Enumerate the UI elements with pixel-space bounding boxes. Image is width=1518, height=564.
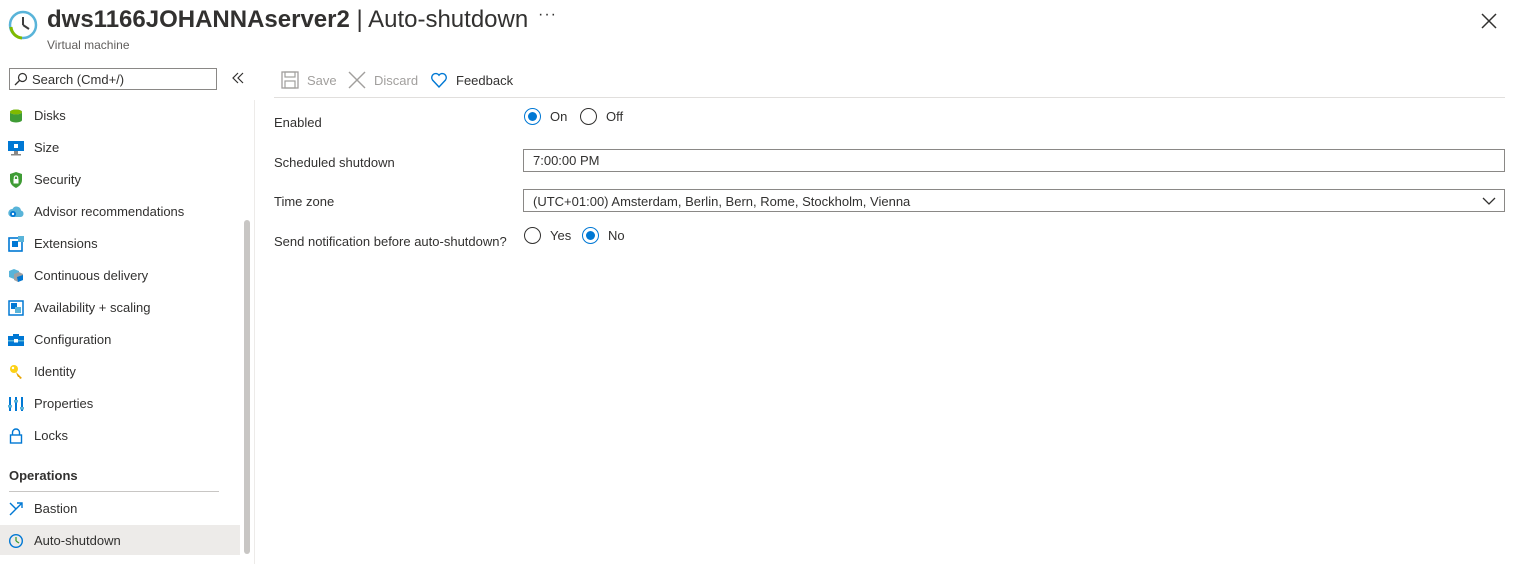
section-header-operations: Operations [9, 468, 78, 483]
sidebar-item-label: Identity [34, 364, 76, 379]
continuous-delivery-icon [9, 269, 23, 282]
resource-type: Virtual machine [47, 38, 130, 52]
title-separator: | [349, 6, 369, 33]
radio-circle-checked[interactable] [524, 108, 541, 125]
discard-icon [348, 71, 366, 89]
bastion-icon [9, 502, 23, 516]
search-input[interactable] [32, 69, 212, 89]
section-divider [9, 491, 219, 492]
sidebar-item-availability-scaling[interactable]: Availability + scaling [0, 292, 240, 322]
save-label: Save [307, 72, 337, 88]
sidebar-item-locks[interactable]: Locks [0, 420, 240, 450]
enabled-label: Enabled [274, 115, 322, 130]
sidebar-scrollbar-thumb[interactable] [244, 220, 250, 554]
sidebar-item-label: Disks [34, 108, 66, 123]
identity-key-icon [10, 365, 22, 379]
blade-title: Auto-shutdown [368, 6, 529, 33]
radio-label: On [550, 109, 568, 124]
resource-menu: Disks Size Security Advisor recommendati… [0, 100, 240, 564]
notify-no-radio[interactable]: No [582, 227, 625, 244]
discard-button[interactable]: Discard [348, 69, 418, 91]
security-shield-icon [10, 172, 22, 188]
extensions-icon [8, 236, 24, 252]
vm-clock-icon [8, 10, 38, 40]
sidebar-item-properties[interactable]: Properties [0, 388, 240, 418]
notify-yes-radio[interactable]: Yes [524, 227, 571, 244]
page-title: dws1166JOHANNAserver2 | Auto-shutdown [47, 5, 528, 35]
sidebar-item-disks[interactable]: Disks [0, 100, 240, 130]
discard-label: Discard [374, 72, 419, 88]
sidebar-item-label: Security [34, 172, 81, 187]
send-notification-label: Send notification before auto-shutdown? [274, 234, 507, 249]
advisor-icon [8, 206, 24, 217]
scheduled-shutdown-label: Scheduled shutdown [274, 155, 395, 170]
time-zone-label: Time zone [274, 194, 335, 209]
search-icon [14, 72, 28, 86]
sidebar-item-size[interactable]: Size [0, 132, 240, 162]
radio-circle[interactable] [524, 227, 541, 244]
sidebar-item-label: Availability + scaling [34, 300, 151, 315]
save-icon [281, 71, 299, 89]
feedback-label: Feedback [456, 72, 514, 88]
time-zone-dropdown[interactable]: (UTC+01:00) Amsterdam, Berlin, Bern, Rom… [523, 189, 1505, 212]
sidebar-item-label: Auto-shutdown [34, 533, 121, 548]
scheduled-shutdown-input[interactable] [523, 149, 1505, 172]
sidebar-item-label: Continuous delivery [34, 268, 149, 283]
sidebar-item-label: Locks [34, 428, 68, 443]
blade-header: dws1166JOHANNAserver2 | Auto-shutdown Vi… [0, 0, 1518, 60]
more-options-button[interactable]: ··· [538, 6, 557, 24]
save-button[interactable]: Save [281, 69, 337, 91]
close-icon[interactable] [1478, 10, 1500, 32]
time-zone-value: (UTC+01:00) Amsterdam, Berlin, Bern, Rom… [533, 194, 911, 209]
radio-label: Yes [550, 228, 572, 243]
sidebar-item-label: Properties [34, 396, 94, 411]
lock-icon [9, 428, 23, 444]
radio-label: No [608, 228, 625, 243]
sidebar-item-label: Advisor recommendations [34, 204, 185, 219]
radio-circle[interactable] [580, 108, 597, 125]
sidebar-scrollbar[interactable] [240, 100, 255, 564]
availability-icon [8, 300, 24, 316]
clock-icon [8, 533, 24, 549]
chevron-down-icon [1482, 197, 1496, 205]
properties-icon [8, 397, 24, 411]
sidebar-item-security[interactable]: Security [0, 164, 240, 194]
resource-name: dws1166JOHANNAserver2 [47, 6, 350, 33]
radio-label: Off [606, 109, 624, 124]
collapse-menu-icon[interactable] [230, 70, 246, 86]
sidebar-item-configuration[interactable]: Configuration [0, 324, 240, 354]
sidebar-item-continuous-delivery[interactable]: Continuous delivery [0, 260, 240, 290]
sidebar-item-label: Extensions [34, 236, 98, 251]
sidebar-item-bastion[interactable]: Bastion [0, 493, 240, 523]
radio-circle-checked[interactable] [582, 227, 599, 244]
sidebar-item-label: Configuration [34, 332, 112, 347]
enabled-off-radio[interactable]: Off [580, 108, 623, 125]
sidebar-item-label: Size [34, 140, 60, 155]
size-icon [8, 141, 24, 156]
heart-icon [431, 72, 447, 89]
disks-icon [10, 109, 22, 123]
feedback-button[interactable]: Feedback [430, 69, 513, 91]
sidebar-item-extensions[interactable]: Extensions [0, 228, 240, 258]
sidebar-item-label: Bastion [34, 501, 78, 516]
sidebar-item-auto-shutdown[interactable]: Auto-shutdown [0, 525, 240, 555]
configuration-icon [8, 334, 24, 346]
sidebar-item-advisor-recommendations[interactable]: Advisor recommendations [0, 196, 240, 226]
search-box[interactable] [9, 68, 217, 90]
enabled-on-radio[interactable]: On [524, 108, 567, 125]
command-bar: Save Discard Feedback [274, 66, 1505, 98]
sidebar-item-identity[interactable]: Identity [0, 356, 240, 386]
